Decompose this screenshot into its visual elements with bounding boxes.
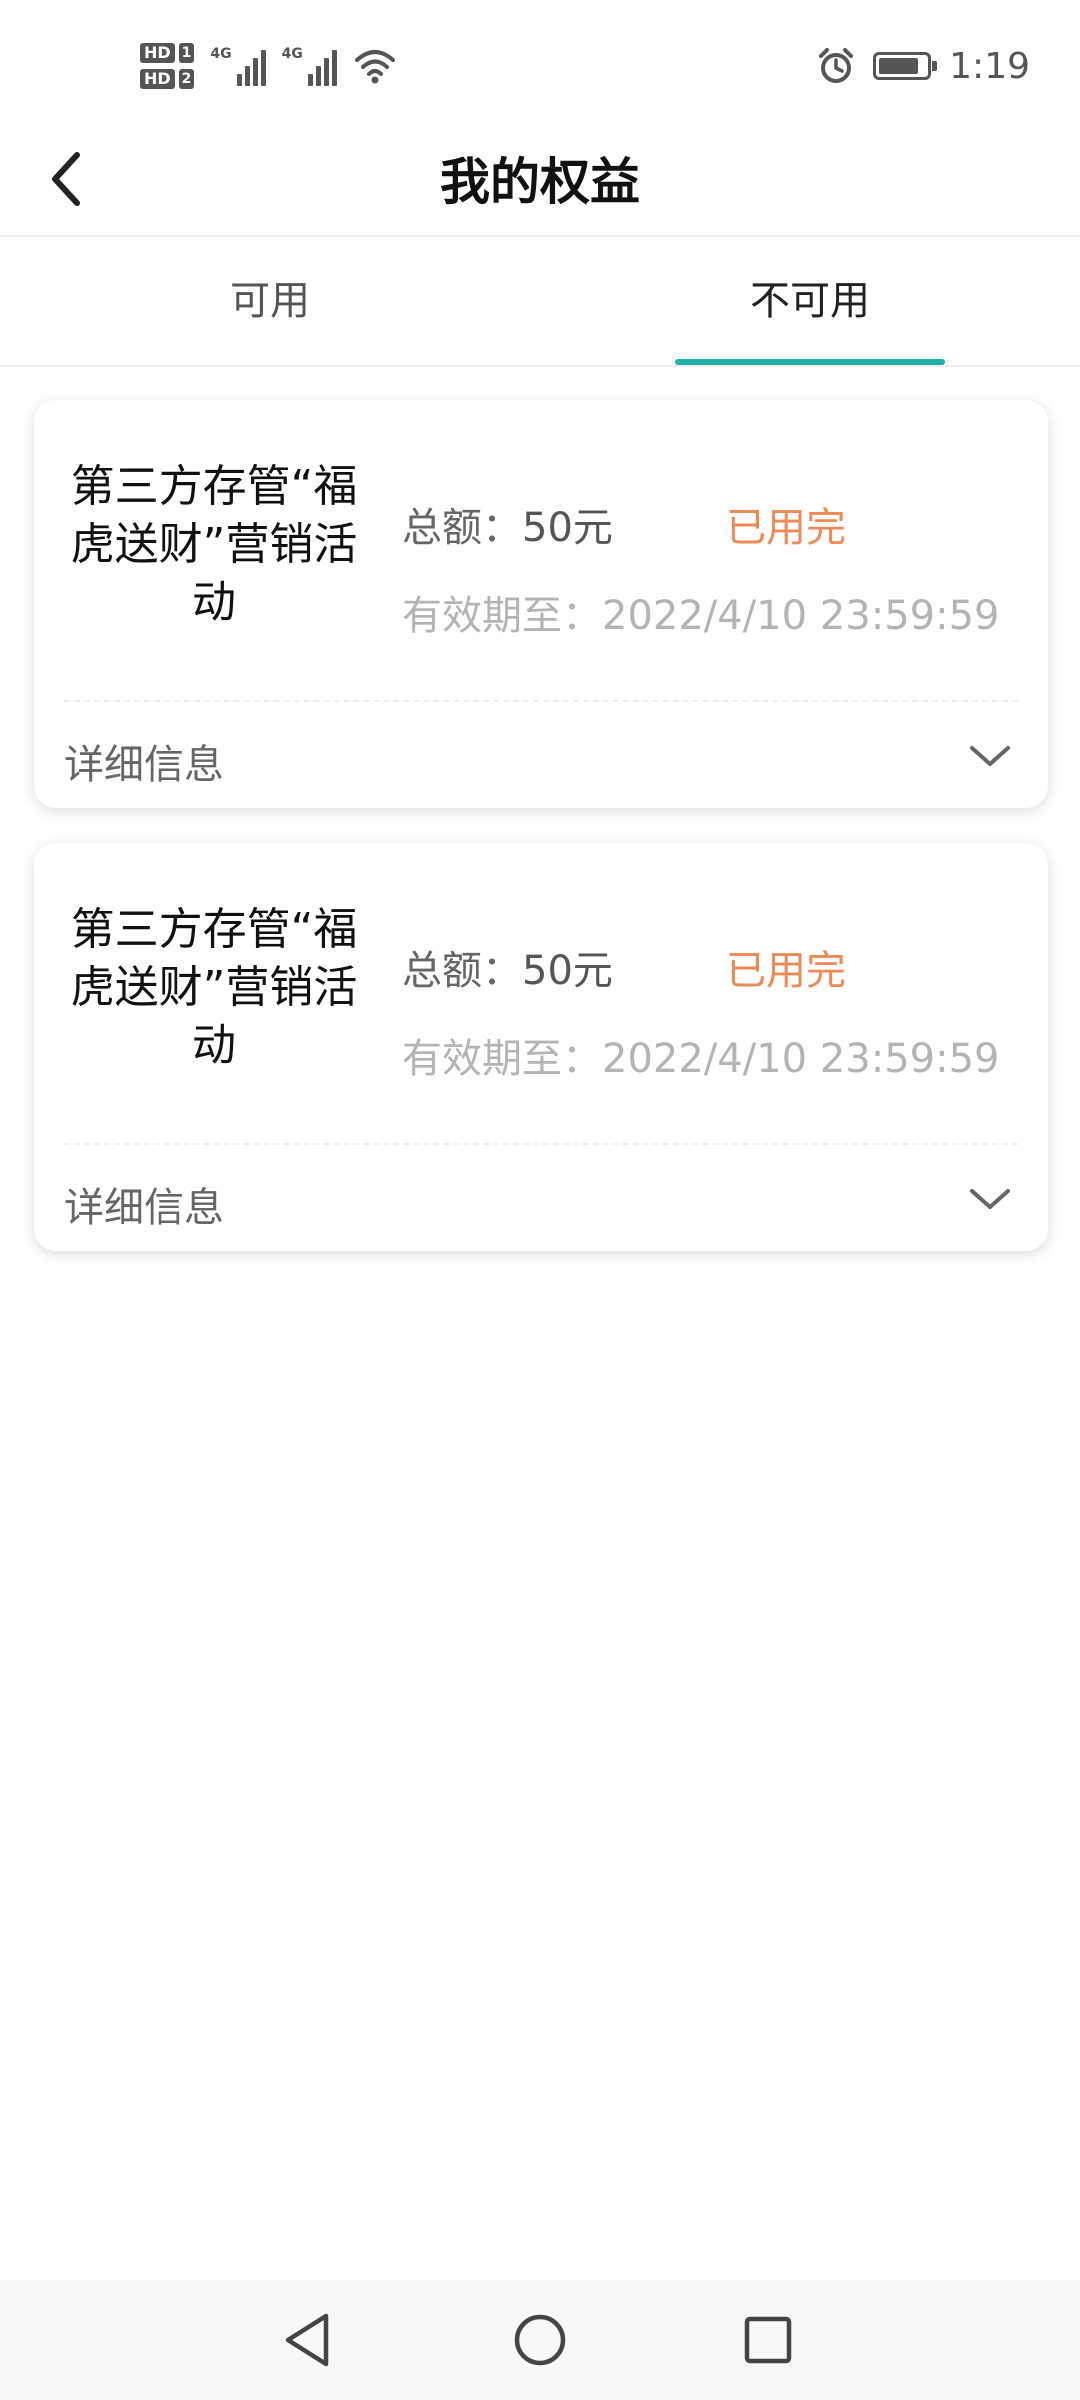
sim1-number: 1: [178, 43, 195, 63]
chevron-down-icon: [970, 1189, 1010, 1209]
alarm-icon: [819, 48, 854, 83]
benefit-name-line: 第三方存管“福: [70, 904, 358, 955]
benefit-name-line: 第三方存管“福: [70, 461, 358, 512]
clock-time: 1:19: [949, 45, 1030, 87]
benefit-name-line: 虎送财”营销活: [70, 519, 358, 570]
tab-unavailable[interactable]: 不可用: [540, 237, 1080, 365]
benefit-name-line: 虎送财”营销活: [70, 962, 358, 1013]
amount-value: 50元: [522, 505, 613, 551]
benefit-name: 第三方存管“福 虎送财”营销活 动: [64, 458, 364, 632]
sim2-number: 2: [178, 69, 195, 89]
expiry-row: 有效期至：2022/4/10 23:59:59: [402, 583, 999, 641]
amount-label: 总额：: [402, 948, 522, 994]
expiry-row: 有效期至：2022/4/10 23:59:59: [402, 1026, 999, 1084]
status-badge: 已用完: [726, 948, 846, 994]
detail-label: 详细信息: [64, 1185, 224, 1231]
status-left: HD 1 HD 2 4G 4G: [140, 34, 397, 98]
amount-row: 总额：50元: [402, 938, 613, 996]
tab-bar: 可用 不可用: [0, 237, 1080, 367]
benefit-name: 第三方存管“福 虎送财”营销活 动: [64, 901, 364, 1075]
page-title: 我的权益: [440, 153, 640, 211]
network-type-1: 4G: [210, 46, 232, 62]
signal-icon: 4G: [210, 46, 266, 86]
expiry-value: 2022/4/10 23:59:59: [602, 1036, 1000, 1082]
square-recent-icon: [744, 2316, 792, 2364]
status-badge: 已用完: [726, 505, 846, 551]
triangle-back-icon: [285, 2313, 329, 2367]
benefit-card: 第三方存管“福 虎送财”营销活 动 总额：50元 已用完 有效期至：2022/4…: [34, 400, 1048, 808]
status-right: 1:19: [817, 40, 1030, 92]
network-type-2: 4G: [281, 46, 303, 62]
benefit-card: 第三方存管“福 虎送财”营销活 动 总额：50元 已用完 有效期至：2022/4…: [34, 843, 1048, 1251]
hd-icon: HD: [140, 43, 175, 63]
detail-label: 详细信息: [64, 742, 224, 788]
status-bar: HD 1 HD 2 4G 4G 1:19: [0, 0, 1080, 130]
expiry-label: 有效期至：: [402, 1036, 602, 1082]
amount-label: 总额：: [402, 505, 522, 551]
expiry-label: 有效期至：: [402, 593, 602, 639]
app-header: 我的权益: [0, 130, 1080, 237]
hd-icon: HD: [140, 69, 175, 89]
battery-level: [879, 58, 919, 74]
battery-icon: [873, 52, 938, 80]
expiry-value: 2022/4/10 23:59:59: [602, 593, 1000, 639]
detail-toggle[interactable]: 详细信息: [34, 1145, 1048, 1251]
benefit-name-line: 动: [192, 1020, 236, 1071]
sim1-badge: HD 1: [140, 43, 195, 63]
benefit-name-line: 动: [192, 577, 236, 628]
circle-home-icon: [514, 2314, 566, 2366]
amount-value: 50元: [522, 948, 613, 994]
nav-home-button[interactable]: [504, 2304, 576, 2376]
sim2-badge: HD 2: [140, 69, 195, 89]
wifi-icon: [354, 50, 395, 84]
nav-recent-button[interactable]: [732, 2304, 804, 2376]
amount-row: 总额：50元: [402, 495, 613, 553]
tab-available[interactable]: 可用: [0, 237, 540, 365]
active-tab-indicator: [675, 359, 945, 365]
signal-icon: 4G: [282, 46, 337, 86]
system-nav-bar: [0, 2280, 1080, 2400]
detail-toggle[interactable]: 详细信息: [34, 702, 1048, 808]
sim-indicators: HD 1 HD 2: [140, 43, 195, 89]
chevron-down-icon: [970, 746, 1010, 766]
nav-back-button[interactable]: [272, 2304, 344, 2376]
